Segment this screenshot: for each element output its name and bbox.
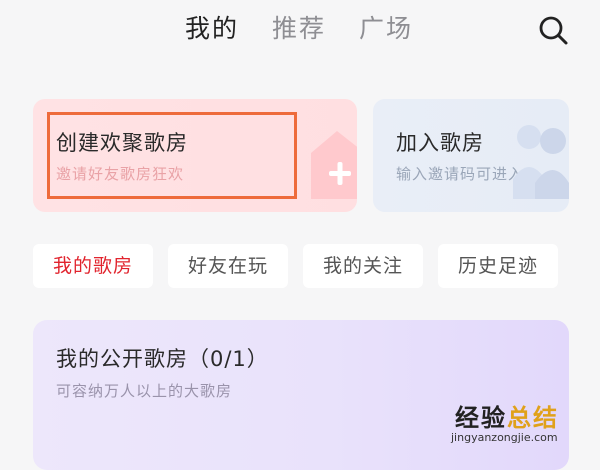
tab-recommend[interactable]: 推荐 (272, 12, 326, 46)
tab-square[interactable]: 广场 (359, 12, 413, 46)
join-room-card[interactable]: 加入歌房 输入邀请码可进入 (373, 99, 569, 212)
watermark-url: jingyanzongjie.com (451, 431, 558, 444)
public-room-card[interactable]: 我的公开歌房（0/1） 可容纳万人以上的大歌房 (33, 320, 569, 470)
watermark: 经验总结 jingyanzongjie.com (451, 398, 595, 444)
tab-mine[interactable]: 我的 (185, 12, 239, 46)
join-room-title: 加入歌房 (396, 131, 484, 155)
search-icon[interactable] (536, 13, 570, 47)
public-room-subtitle: 可容纳万人以上的大歌房 (56, 382, 233, 400)
public-room-title: 我的公开歌房（0/1） (56, 347, 269, 371)
people-icon (511, 119, 569, 203)
create-room-subtitle: 邀请好友歌房狂欢 (56, 165, 185, 183)
watermark-logo: 经验总结 (455, 404, 559, 432)
join-room-subtitle: 输入邀请码可进入 (396, 165, 525, 183)
subtab-following[interactable]: 我的关注 (303, 244, 423, 288)
create-room-card[interactable]: 创建欢聚歌房 邀请好友歌房狂欢 (33, 99, 357, 212)
house-plus-icon (303, 121, 357, 205)
top-nav: 我的 推荐 广场 (0, 0, 600, 62)
create-room-title: 创建欢聚歌房 (56, 131, 188, 155)
subtab-friends-playing[interactable]: 好友在玩 (168, 244, 288, 288)
subtab-history[interactable]: 历史足迹 (438, 244, 558, 288)
subtab-my-rooms[interactable]: 我的歌房 (33, 244, 153, 288)
